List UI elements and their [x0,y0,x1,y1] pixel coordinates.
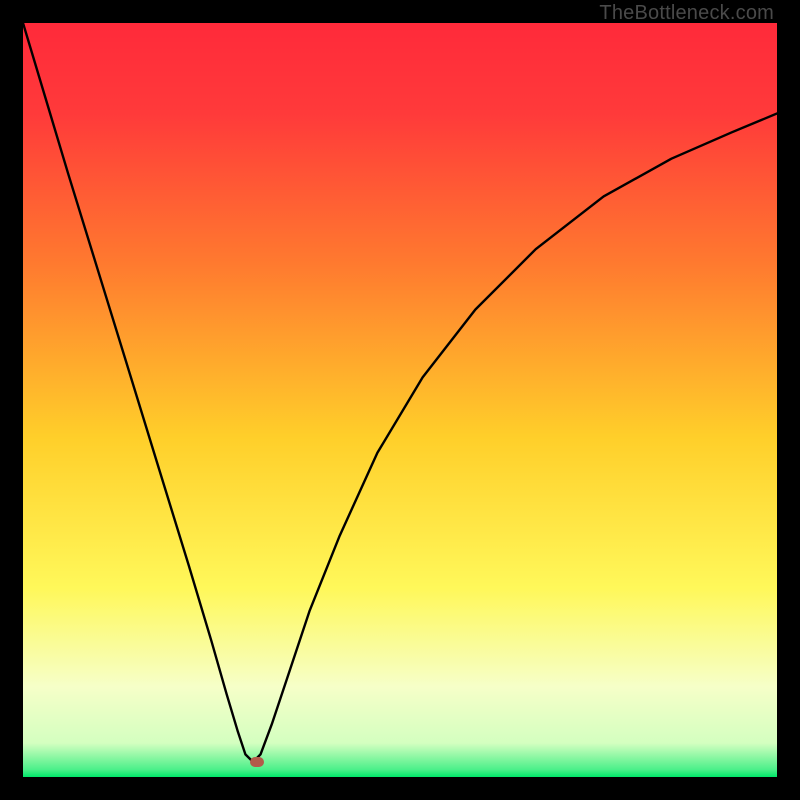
watermark-text: TheBottleneck.com [599,2,774,25]
gradient-background [23,23,777,777]
chart-svg [23,23,777,777]
chart-frame [23,23,777,777]
optimum-marker [250,757,264,767]
